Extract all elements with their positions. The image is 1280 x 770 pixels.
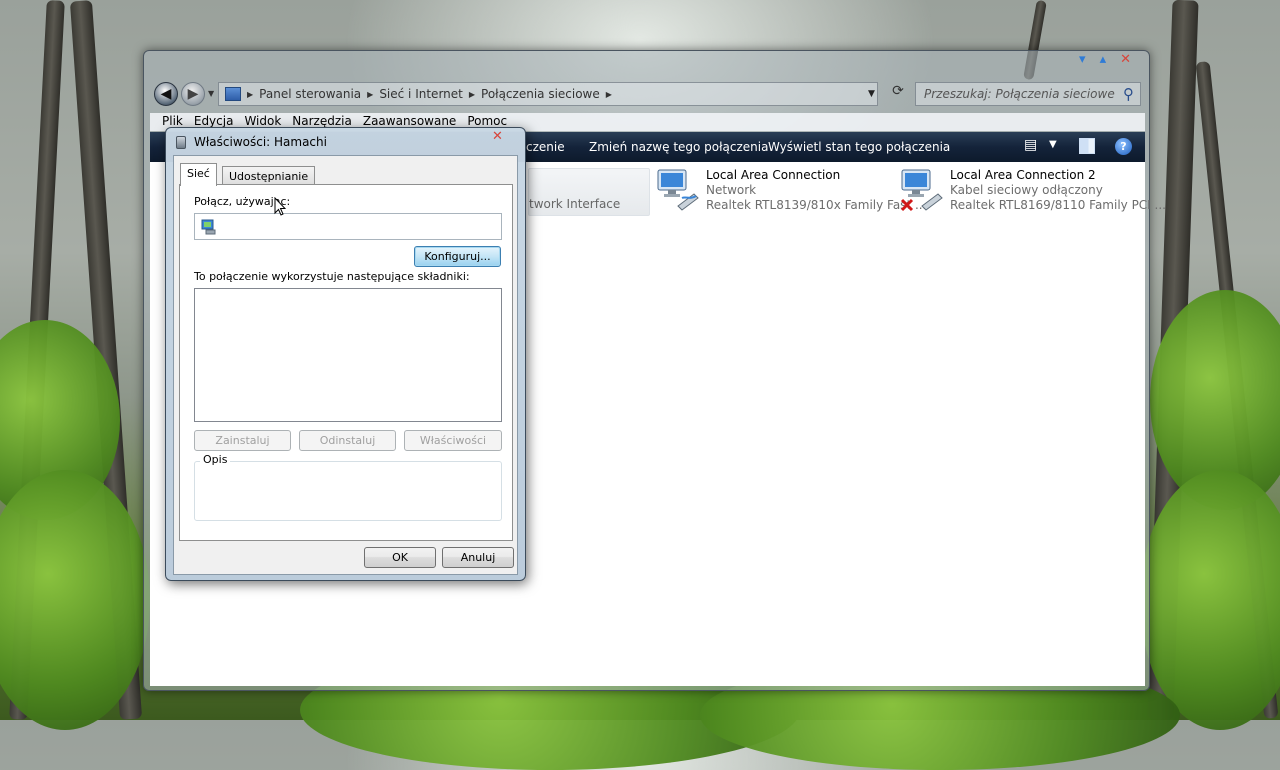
arrow-left-icon: ◀ xyxy=(160,86,172,102)
cancel-button[interactable]: Anuluj xyxy=(442,547,514,568)
ok-button[interactable]: OK xyxy=(364,547,436,568)
connection-item-lan1[interactable]: Local Area Connection Network Realtek RT… xyxy=(656,166,926,218)
chevron-right-icon[interactable]: ▶ xyxy=(247,90,253,99)
toolbar-partial-button[interactable]: czenie xyxy=(526,140,565,154)
network-adapter-icon xyxy=(201,219,216,235)
maximize-button[interactable]: ▴ xyxy=(1100,53,1107,67)
network-adapter-icon xyxy=(657,169,699,211)
mouse-cursor-icon xyxy=(274,197,286,216)
refresh-icon[interactable]: ⟳ xyxy=(886,83,910,105)
connection-name: Local Area Connection 2 xyxy=(950,168,1096,182)
chevron-right-icon[interactable]: ▶ xyxy=(606,90,612,99)
help-icon[interactable]: ? xyxy=(1115,138,1132,155)
back-button[interactable]: ◀ xyxy=(154,82,178,106)
forward-button[interactable]: ▶ xyxy=(181,82,205,106)
connection-item-lan2[interactable]: Local Area Connection 2 Kabel sieciowy o… xyxy=(900,166,1166,218)
window-controls: ▾ ▴ ✕ xyxy=(1079,53,1131,67)
rename-connection-button[interactable]: Zmień nazwę tego połączenia xyxy=(589,140,768,154)
close-button[interactable]: ✕ xyxy=(1120,53,1131,67)
connection-status: Kabel sieciowy odłączony xyxy=(950,183,1103,197)
recent-pages-dropdown[interactable]: ▼ xyxy=(208,89,214,98)
breadcrumb-network-connections[interactable]: Połączenia sieciowe xyxy=(481,87,600,101)
hamachi-properties-dialog: Właściwości: Hamachi ✕ Sieć Udostępniani… xyxy=(165,127,526,581)
dialog-body: Sieć Udostępnianie Połącz, używając: Kon… xyxy=(173,155,518,575)
dialog-close-button[interactable]: ✕ xyxy=(492,129,503,144)
network-tab-panel: Połącz, używając: Konfiguruj... To połąc… xyxy=(179,184,513,541)
minimize-button[interactable]: ▾ xyxy=(1079,53,1086,67)
control-panel-icon xyxy=(225,87,241,101)
address-bar-row: ◀ ▶ ▼ ▶ Panel sterowania ▶ Sieć i Intern… xyxy=(150,79,1145,109)
connection-item-hamachi[interactable]: twork Interface xyxy=(528,168,650,216)
search-placeholder: Przeszukaj: Połączenia sieciowe xyxy=(924,87,1115,101)
view-dropdown-icon[interactable]: ▼ xyxy=(1049,139,1057,150)
connection-status: Network xyxy=(706,183,757,197)
tab-network[interactable]: Sieć xyxy=(180,163,217,186)
connection-device: Realtek RTL8169/8110 Family PCI ... xyxy=(950,198,1166,212)
configure-button[interactable]: Konfiguruj... xyxy=(414,246,501,267)
chevron-right-icon[interactable]: ▶ xyxy=(469,90,475,99)
description-title: Opis xyxy=(200,453,231,466)
install-button[interactable]: Zainstaluj xyxy=(194,430,291,451)
uninstall-button[interactable]: Odinstaluj xyxy=(299,430,396,451)
change-view-icon[interactable]: ▤ xyxy=(1024,137,1037,153)
address-box[interactable]: ▶ Panel sterowania ▶ Sieć i Internet ▶ P… xyxy=(218,82,878,106)
network-adapter-icon xyxy=(176,136,186,149)
connection-device: twork Interface xyxy=(529,197,621,211)
preview-pane-icon[interactable] xyxy=(1079,138,1095,154)
tab-sharing[interactable]: Udostępnianie xyxy=(222,166,316,186)
connection-device: Realtek RTL8139/810x Family Fast ... xyxy=(706,198,927,212)
search-icon[interactable]: ⚲ xyxy=(1123,85,1134,103)
connection-text: Local Area Connection 2 Kabel sieciowy o… xyxy=(950,168,1166,213)
properties-button[interactable]: Właściwości xyxy=(404,430,502,451)
connection-name: Local Area Connection xyxy=(706,168,841,182)
arrow-right-icon: ▶ xyxy=(187,86,199,102)
chevron-right-icon[interactable]: ▶ xyxy=(367,90,373,99)
breadcrumb-network-internet[interactable]: Sieć i Internet xyxy=(379,87,463,101)
network-adapter-disconnected-icon xyxy=(900,169,943,212)
view-status-button[interactable]: Wyświetl stan tego połączenia xyxy=(768,140,950,154)
breadcrumb-control-panel[interactable]: Panel sterowania xyxy=(259,87,361,101)
adapter-field xyxy=(194,213,502,240)
search-input[interactable]: Przeszukaj: Połączenia sieciowe ⚲ xyxy=(915,82,1141,106)
components-list[interactable] xyxy=(194,288,502,422)
description-group xyxy=(194,461,502,521)
connection-text: Local Area Connection Network Realtek RT… xyxy=(706,168,926,213)
components-label: To połączenie wykorzystuje następujące s… xyxy=(194,270,470,283)
address-dropdown[interactable]: ▼ xyxy=(868,89,875,99)
dialog-title: Właściwości: Hamachi xyxy=(194,135,327,149)
